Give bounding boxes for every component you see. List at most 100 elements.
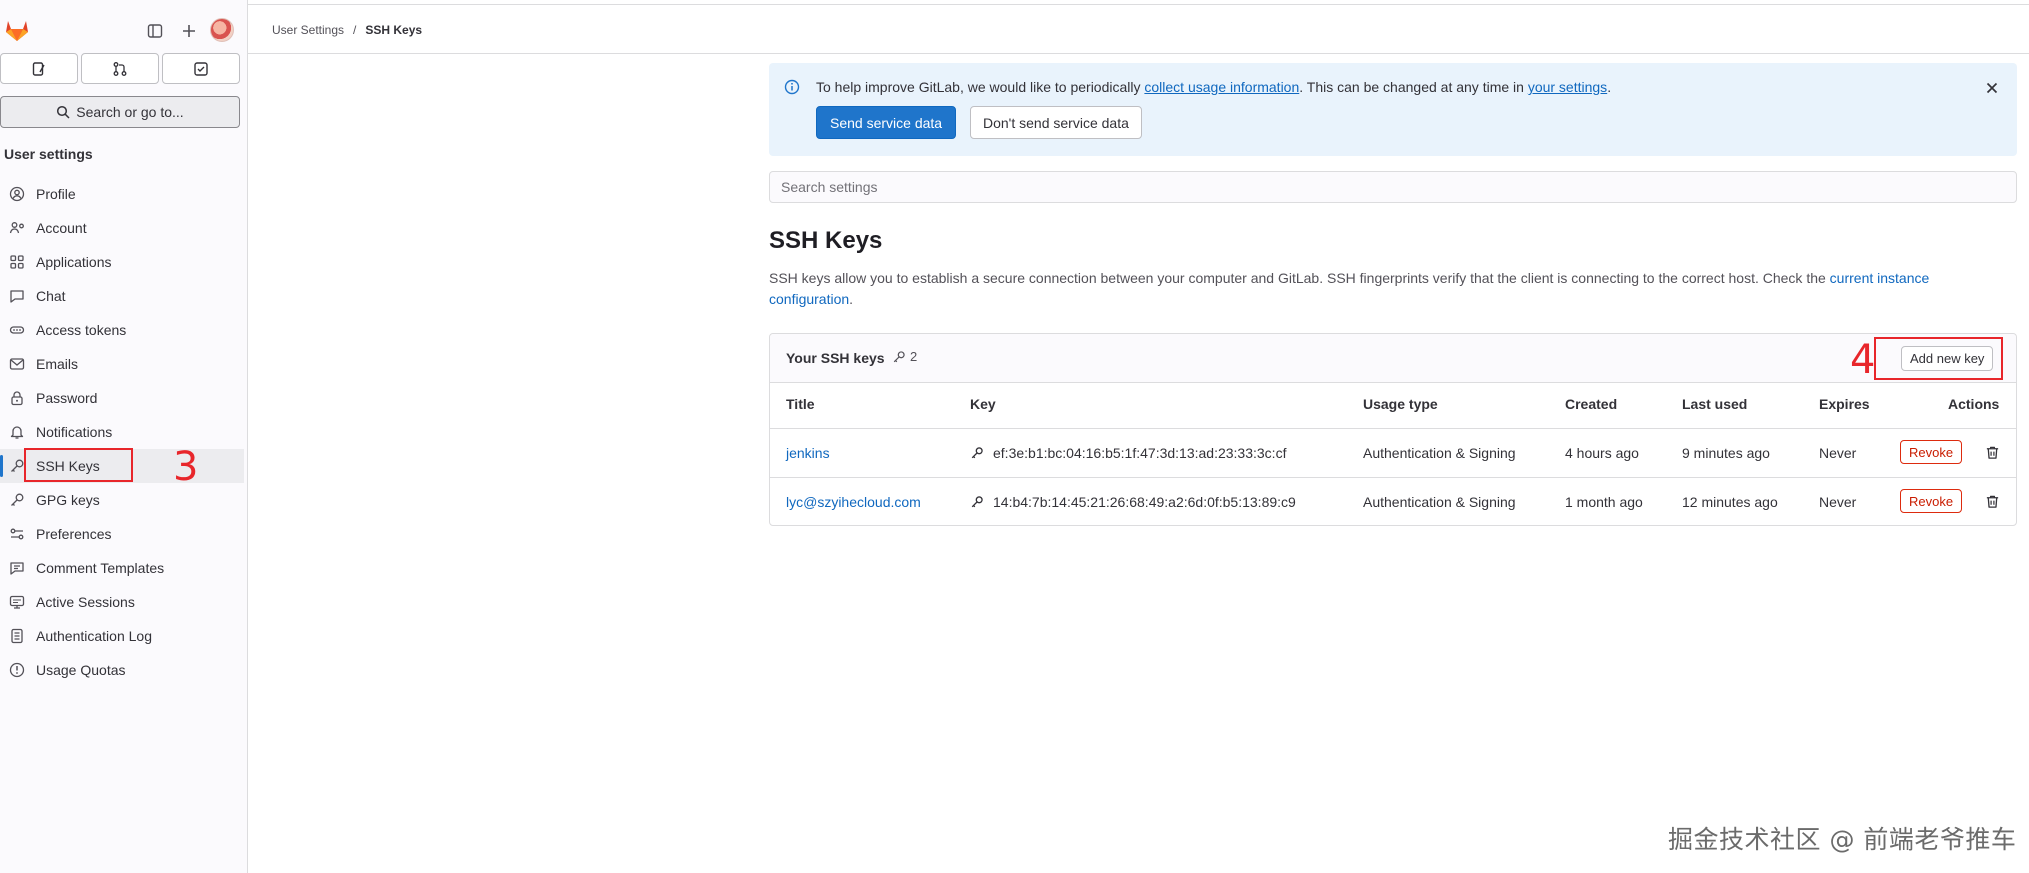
sidebar-item-label: Notifications xyxy=(36,424,113,440)
plus-icon[interactable] xyxy=(178,20,200,42)
sidebar-heading: User settings xyxy=(4,146,93,162)
current-instance-configuration-link[interactable]: current instance xyxy=(1830,270,1930,286)
sidebar-item-label: Comment Templates xyxy=(36,560,165,576)
trash-icon[interactable] xyxy=(1983,492,2001,510)
page-description: SSH keys allow you to establish a secure… xyxy=(769,268,2019,310)
sidebar-item-comment-templates[interactable]: Comment Templates xyxy=(0,551,248,585)
collect-usage-information-link[interactable]: collect usage information xyxy=(1144,79,1299,95)
breadcrumb-ssh-keys[interactable]: SSH Keys xyxy=(365,23,422,37)
info-icon xyxy=(784,79,800,95)
search-settings-input[interactable] xyxy=(769,171,2017,203)
key-usage-type: Authentication & Signing xyxy=(1363,445,1516,461)
your-settings-link[interactable]: your settings xyxy=(1528,79,1607,95)
key-fingerprint: 14:b4:7b:14:45:21:26:68:49:a2:6d:0f:b5:1… xyxy=(970,494,1296,510)
sidebar-item-preferences[interactable]: Preferences xyxy=(0,517,248,551)
sidebar-top-bar xyxy=(0,12,248,48)
sidebar-item-label: Authentication Log xyxy=(36,628,152,644)
profile-icon xyxy=(8,185,26,203)
todo-shortcut-button[interactable] xyxy=(162,53,240,84)
search-icon xyxy=(57,105,70,119)
sidebar-item-account[interactable]: Account xyxy=(0,211,248,245)
search-or-go-to-button[interactable]: Search or go to... xyxy=(0,96,240,128)
sidebar-item-active-sessions[interactable]: Active Sessions xyxy=(0,585,248,619)
key-last-used: 9 minutes ago xyxy=(1682,445,1770,461)
breadcrumb-user-settings[interactable]: User Settings xyxy=(272,23,344,37)
mail-icon xyxy=(8,355,26,373)
annotation-step-3: 3 xyxy=(173,444,199,490)
annotation-step-4: 4 xyxy=(1850,337,1876,383)
key-title-link[interactable]: jenkins xyxy=(786,445,830,461)
bell-icon xyxy=(8,423,26,441)
sidebar-item-chat[interactable]: Chat xyxy=(0,279,248,313)
column-header-key: Key xyxy=(970,396,996,412)
usage-data-banner: To help improve GitLab, we would like to… xyxy=(769,63,2017,156)
sidebar-item-access-tokens[interactable]: Access tokens xyxy=(0,313,248,347)
chat-icon xyxy=(8,287,26,305)
key-fingerprint: ef:3e:b1:bc:04:16:b5:1f:47:3d:13:ad:23:3… xyxy=(970,445,1286,461)
key-created: 1 month ago xyxy=(1565,494,1643,510)
sidebar-item-label: Access tokens xyxy=(36,322,127,338)
key-icon xyxy=(971,496,983,508)
banner-text-after: . xyxy=(1607,79,1612,95)
ssh-keys-count-value: 2 xyxy=(910,349,918,364)
issues-icon xyxy=(32,61,45,76)
current-instance-configuration-link-continued[interactable]: configuration xyxy=(769,291,849,307)
sidebar-item-emails[interactable]: Emails xyxy=(0,347,248,381)
avatar[interactable] xyxy=(210,18,234,42)
issues-shortcut-button[interactable] xyxy=(0,53,78,84)
send-service-data-button[interactable]: Send service data xyxy=(816,106,957,139)
sidebar-item-usage-quotas[interactable]: Usage Quotas xyxy=(0,653,248,687)
token-icon xyxy=(8,321,26,339)
sidebar-item-password[interactable]: Password xyxy=(0,381,248,415)
sidebar-item-label: Password xyxy=(36,390,98,406)
column-header-last-used: Last used xyxy=(1682,396,1748,412)
column-header-actions: Actions xyxy=(1948,396,2000,412)
sidebar-toggle-icon[interactable] xyxy=(144,20,166,42)
sidebar-shortcuts xyxy=(0,53,240,84)
preferences-icon xyxy=(8,525,26,543)
annotation-box-add-new-key xyxy=(1874,337,2003,380)
key-title-link[interactable]: lyc@szyihecloud.com xyxy=(786,494,921,510)
key-created: 4 hours ago xyxy=(1565,445,1639,461)
sidebar-item-label: Account xyxy=(36,220,87,236)
column-header-usage-type: Usage type xyxy=(1363,396,1438,412)
sidebar-item-profile[interactable]: Profile xyxy=(0,177,248,211)
column-header-expires: Expires xyxy=(1819,396,1870,412)
dont-send-service-data-button[interactable]: Don't send service data xyxy=(970,106,1142,139)
annotation-box-ssh-keys xyxy=(24,448,133,482)
page-title: SSH Keys xyxy=(769,227,883,254)
applications-icon xyxy=(8,253,26,271)
sidebar-item-applications[interactable]: Applications xyxy=(0,245,248,279)
close-icon[interactable] xyxy=(1983,79,2001,97)
sidebar-item-label: Profile xyxy=(36,186,76,202)
comment-icon xyxy=(8,559,26,577)
ssh-keys-card-header: Your SSH keys 2 Add new key xyxy=(770,334,2016,383)
column-header-title: Title xyxy=(786,396,815,412)
ssh-keys-count: 2 xyxy=(892,349,917,364)
sidebar-item-notifications[interactable]: Notifications xyxy=(0,415,248,449)
key-usage-type: Authentication & Signing xyxy=(1363,494,1516,510)
todo-icon xyxy=(194,61,208,76)
key-expires: Never xyxy=(1819,494,1857,510)
banner-text-before: To help improve GitLab, we would like to… xyxy=(816,79,1145,95)
sidebar: Search or go to... User settings Profile… xyxy=(0,0,248,873)
top-border xyxy=(248,0,2029,5)
sidebar-item-label: Preferences xyxy=(36,526,112,542)
sidebar-item-authentication-log[interactable]: Authentication Log xyxy=(0,619,248,653)
trash-icon[interactable] xyxy=(1983,443,2001,461)
gitlab-logo-icon[interactable] xyxy=(4,17,30,43)
merge-requests-shortcut-button[interactable] xyxy=(81,53,159,84)
key-fingerprint-value: 14:b4:7b:14:45:21:26:68:49:a2:6d:0f:b5:1… xyxy=(993,494,1296,510)
sidebar-item-gpg-keys[interactable]: GPG keys xyxy=(0,483,248,517)
watermark: 掘金技术社区 @ 前端老爷推车 xyxy=(1668,825,2017,854)
revoke-button[interactable]: Revoke xyxy=(1900,489,1963,513)
key-last-used: 12 minutes ago xyxy=(1682,494,1778,510)
description-end: . xyxy=(849,291,854,307)
search-or-go-to-label: Search or go to... xyxy=(76,104,184,120)
merge-request-icon xyxy=(113,61,127,76)
key-icon xyxy=(893,350,905,362)
sidebar-nav: Profile Account Applications Chat Access… xyxy=(0,177,248,687)
breadcrumb-separator: / xyxy=(353,22,357,37)
banner-message: To help improve GitLab, we would like to… xyxy=(816,79,1611,95)
revoke-button[interactable]: Revoke xyxy=(1900,440,1963,464)
